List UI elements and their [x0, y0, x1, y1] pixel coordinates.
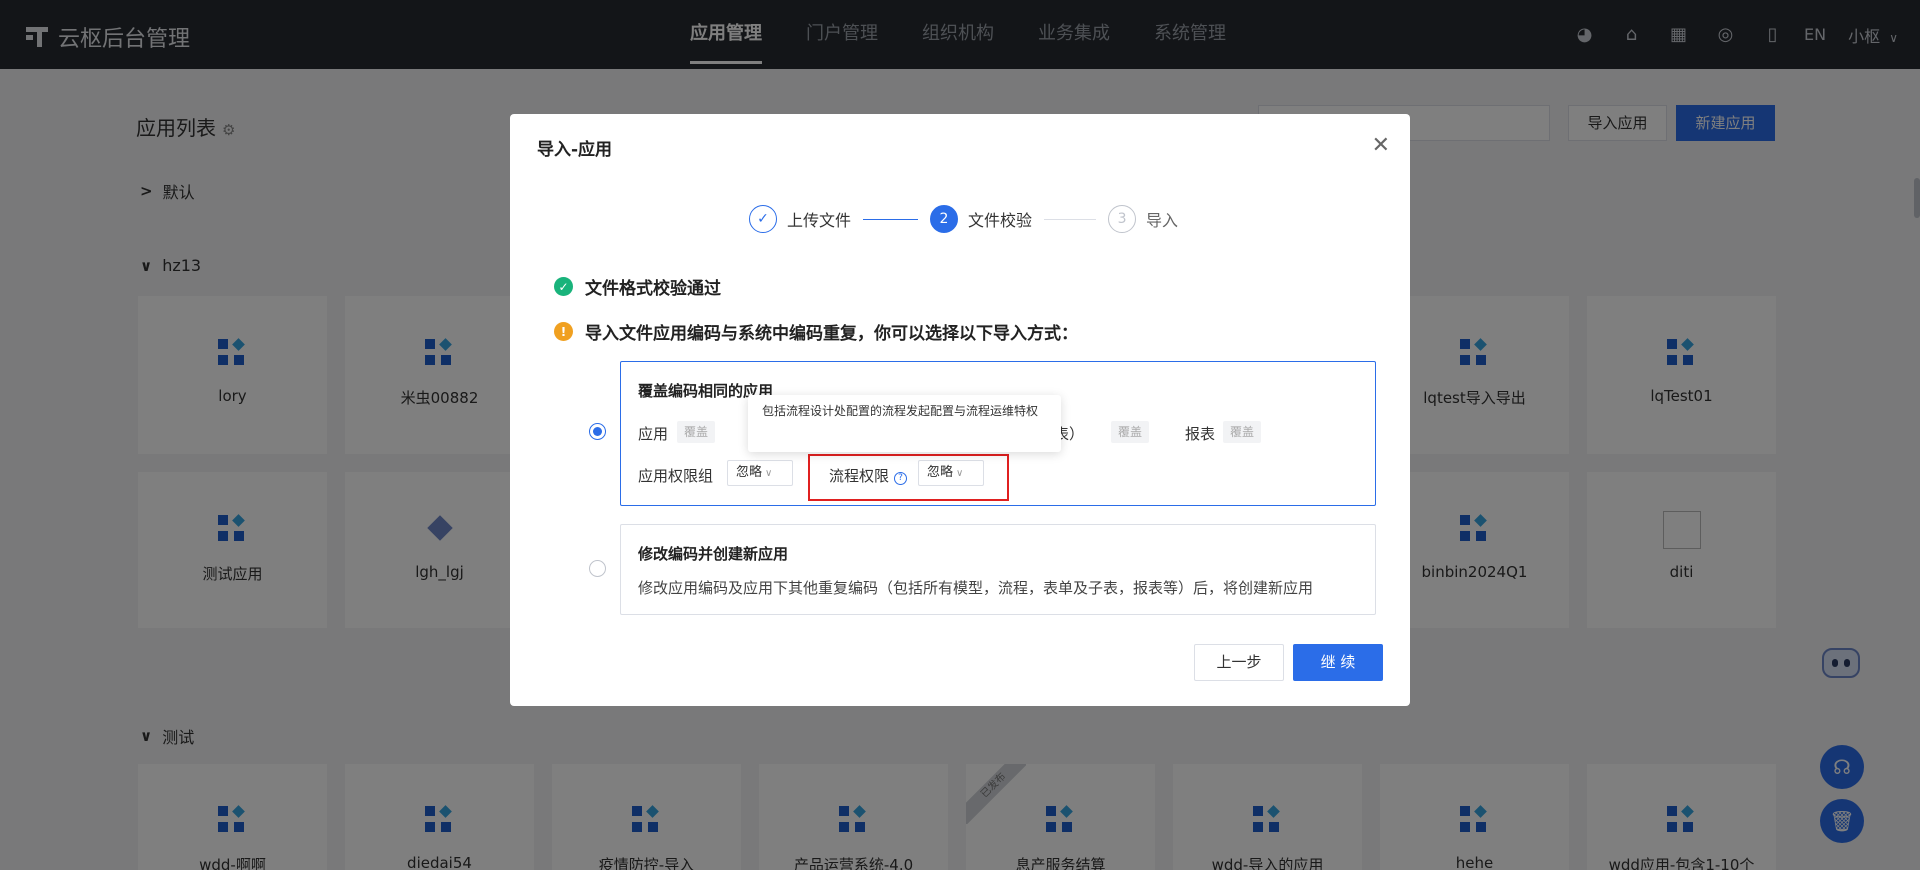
subtable-overwrite-tag: 覆盖	[1111, 421, 1150, 443]
step-connector	[863, 218, 919, 220]
step-3-index: 3	[1108, 205, 1137, 233]
perm-group-value: 忽略	[736, 465, 763, 480]
app-label: 应用	[638, 425, 669, 443]
create-new-option-title: 修改编码并创建新应用	[638, 545, 789, 563]
duplicate-warning-message: ! 导入文件应用编码与系统中编码重复，你可以选择以下导入方式：	[554, 319, 1078, 344]
step-2-index: 2	[930, 205, 959, 233]
create-new-option-card[interactable]: 修改编码并创建新应用 修改应用编码及应用下其他重复编码（包括所有模型，流程，表单…	[620, 524, 1376, 615]
overwrite-radio[interactable]	[589, 423, 606, 440]
warning-icon: !	[554, 322, 573, 341]
warning-text: 导入文件应用编码与系统中编码重复，你可以选择以下导入方式：	[585, 324, 1078, 344]
continue-button[interactable]: 继 续	[1293, 644, 1383, 681]
previous-step-button[interactable]: 上一步	[1194, 644, 1284, 681]
close-icon[interactable]: ✕	[1372, 133, 1390, 158]
report-overwrite-tag: 覆盖	[1223, 421, 1262, 443]
create-new-radio[interactable]	[589, 560, 606, 577]
success-check-icon: ✓	[554, 277, 573, 296]
app-overwrite-tag: 覆盖	[677, 421, 716, 443]
perm-group-label: 应用权限组	[638, 467, 714, 485]
verify-success-message: ✓ 文件格式校验通过	[554, 274, 721, 299]
annotation-highlight-box	[808, 454, 1009, 501]
stepper: ✓ 上传文件 2 文件校验 3 导入	[749, 205, 1178, 233]
step-import-label: 导入	[1146, 211, 1179, 230]
success-text: 文件格式校验通过	[585, 279, 721, 299]
step-verify-label: 文件校验	[968, 211, 1033, 230]
report-label: 报表	[1185, 425, 1216, 443]
chevron-down-icon: ∨	[765, 468, 773, 479]
perm-group-select[interactable]: 忽略 ∨	[727, 460, 793, 486]
import-app-dialog: 导入-应用 ✕ ✓ 上传文件 2 文件校验 3 导入 ✓ 文件格式校验通过 ! …	[510, 114, 1410, 706]
step-connector	[1044, 218, 1097, 220]
dialog-title: 导入-应用	[537, 140, 613, 160]
create-new-option-desc: 修改应用编码及应用下其他重复编码（包括所有模型，流程，表单及子表，报表等）后，将…	[638, 579, 1314, 597]
check-icon: ✓	[749, 205, 777, 233]
flow-perm-tooltip: 包括流程设计处配置的流程发起配置与流程运维特权	[748, 395, 1061, 452]
step-upload-label: 上传文件	[787, 211, 852, 230]
